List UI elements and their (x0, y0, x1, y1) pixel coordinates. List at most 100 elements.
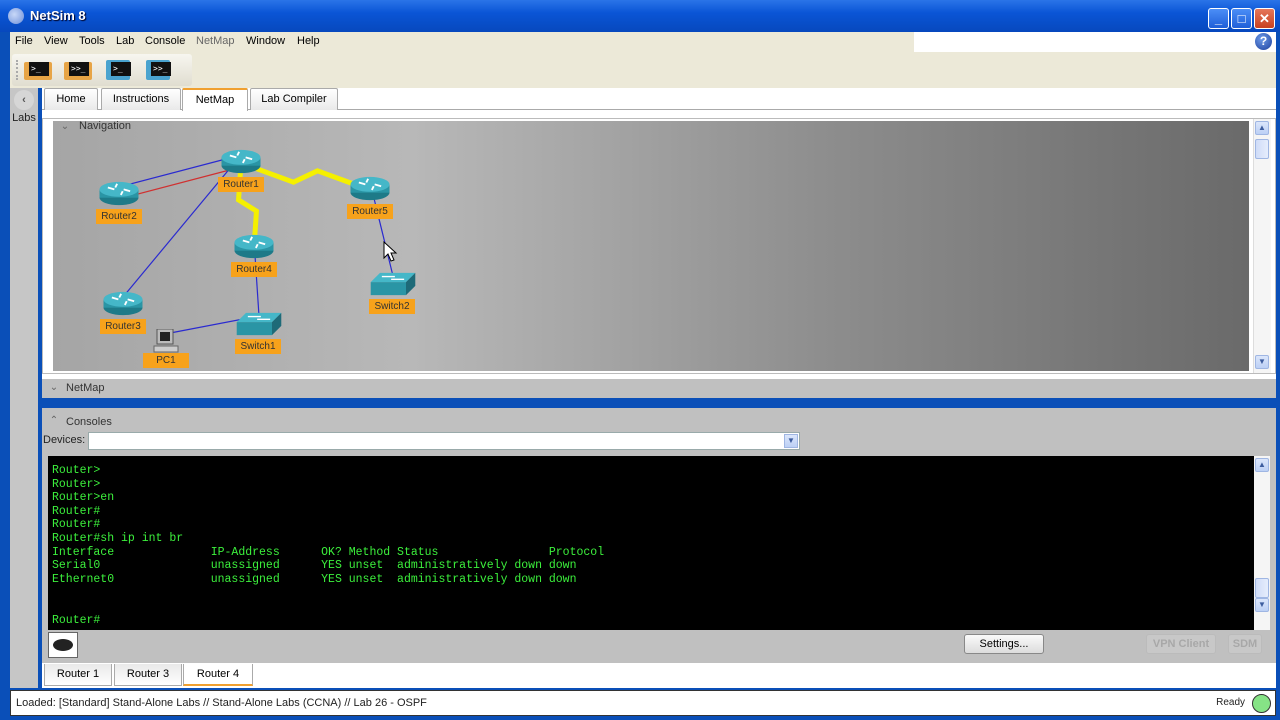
terminal-line: Router# (52, 518, 101, 532)
open-multiple-consoles-button[interactable]: >>_ (64, 60, 92, 80)
chevron-up-icon[interactable]: ⌃ (47, 414, 61, 428)
router-icon (234, 234, 274, 259)
maximize-button[interactable]: □ (1231, 8, 1252, 29)
main-tabs: Home Instructions NetMap Lab Compiler (42, 88, 1276, 111)
netmap-section-header[interactable]: ⌄ NetMap (42, 378, 1276, 398)
save-all-consoles-button[interactable]: >>_ (146, 60, 174, 80)
console-tab-router-1[interactable]: Router 1 (44, 664, 112, 686)
help-icon[interactable]: ? (1255, 33, 1272, 50)
devices-label: Devices: (43, 434, 86, 446)
terminal-line: Router#sh ip int br (52, 531, 184, 545)
open-multiple-consoles-icon: >>_ (69, 62, 89, 76)
terminal-line: Ethernet0 unassigned YES unset administr… (52, 572, 577, 586)
switch-icon (370, 272, 416, 296)
toolbar-area: >_ >>_ >_ >>_ (10, 52, 1276, 88)
menu-window[interactable]: Window (246, 35, 285, 47)
title-bar: NetSim 8 _ □ ✕ (0, 0, 1280, 32)
device-label: Router5 (347, 204, 393, 219)
router-icon (103, 291, 143, 316)
consoles-title: Consoles (66, 416, 112, 428)
collapse-labs-button[interactable]: ‹ (14, 90, 34, 110)
menu-view[interactable]: View (44, 35, 68, 47)
terminal-line: Router# (52, 504, 101, 518)
app-icon (8, 8, 24, 24)
scroll-up-icon[interactable]: ▲ (1255, 458, 1269, 472)
terminal-line: Router>en (52, 491, 115, 505)
terminal-scrollbar[interactable]: ▲ ▼ (1254, 456, 1270, 630)
menu-bar: File View Tools Lab Console NetMap Windo… (10, 32, 1276, 52)
close-button[interactable]: ✕ (1254, 8, 1275, 29)
terminal-line: Router# (52, 613, 101, 627)
scroll-down-icon[interactable]: ▼ (1255, 598, 1269, 612)
splitter[interactable] (42, 398, 1276, 408)
navigation-panel: Router1 Router2 Router3 Router4 Router5 (42, 118, 1276, 374)
switch-icon (236, 312, 282, 336)
chevron-down-icon[interactable]: ▼ (784, 434, 798, 448)
netmap-canvas[interactable]: Router1 Router2 Router3 Router4 Router5 (53, 121, 1249, 371)
consoles-panel: ⌃ Consoles Devices: ▼ Router> Router> Rout… (42, 408, 1276, 663)
terminal-line: Router> (52, 464, 101, 477)
menu-netmap[interactable]: NetMap (196, 35, 235, 47)
settings-button[interactable]: Settings... (964, 634, 1044, 654)
console-tab-router-4[interactable]: Router 4 (183, 664, 253, 686)
menu-lab[interactable]: Lab (116, 35, 134, 47)
console-tab-router-3[interactable]: Router 3 (114, 664, 182, 686)
sdm-button[interactable]: SDM (1228, 634, 1262, 654)
main-area: Home Instructions NetMap Lab Compiler Ro… (42, 88, 1276, 688)
device-type-icon (48, 632, 78, 658)
chevron-down-icon[interactable]: ⌄ (58, 120, 72, 134)
scroll-thumb[interactable] (1255, 139, 1269, 159)
labs-label[interactable]: Labs (10, 112, 38, 124)
open-console-icon: >_ (29, 62, 49, 76)
menu-help[interactable]: Help (297, 35, 320, 47)
scroll-down-icon[interactable]: ▼ (1255, 355, 1269, 369)
device-label: Switch1 (235, 339, 281, 354)
device-label: Switch2 (369, 299, 415, 314)
terminal-line: Interface IP-Address OK? Method Status P… (52, 545, 605, 559)
tab-instructions[interactable]: Instructions (101, 88, 181, 110)
vpn-client-button[interactable]: VPN Client (1146, 634, 1216, 654)
scroll-thumb[interactable] (1255, 578, 1269, 598)
window-title: NetSim 8 (30, 8, 86, 23)
save-console-icon: >_ (111, 62, 131, 76)
save-all-consoles-icon: >>_ (151, 62, 171, 76)
device-label: Router3 (100, 319, 146, 334)
terminal-line: Serial0 unassigned YES unset administrat… (52, 559, 577, 573)
menu-tools[interactable]: Tools (79, 35, 105, 47)
status-text: Loaded: [Standard] Stand-Alone Labs // S… (16, 697, 427, 709)
menu-console[interactable]: Console (145, 35, 185, 47)
labs-panel: ‹ Labs (10, 88, 38, 688)
ready-indicator-icon (1252, 694, 1271, 713)
device-label: Router2 (96, 209, 142, 224)
router-icon (53, 639, 73, 651)
ready-label: Ready (1216, 697, 1245, 708)
save-console-button[interactable]: >_ (106, 60, 134, 80)
devices-dropdown[interactable]: ▼ (88, 432, 800, 450)
chevron-down-icon[interactable]: ⌄ (47, 381, 61, 395)
router-icon (221, 149, 261, 174)
tab-home[interactable]: Home (44, 88, 98, 110)
device-label: Router1 (218, 177, 264, 192)
mouse-cursor-icon (383, 241, 398, 262)
tab-netmap[interactable]: NetMap (182, 88, 248, 111)
status-bar: Loaded: [Standard] Stand-Alone Labs // S… (10, 690, 1276, 716)
open-console-button[interactable]: >_ (24, 60, 52, 80)
console-terminal[interactable]: Router> Router> Router>en Router# Router# Rou… (48, 456, 1254, 630)
menu-file[interactable]: File (15, 35, 33, 47)
navigation-header[interactable]: ⌄ Navigation (53, 119, 253, 135)
toolbar: >_ >>_ >_ >>_ (12, 54, 192, 86)
navigation-scrollbar[interactable]: ▲ ▼ (1253, 119, 1271, 373)
toolbar-grip[interactable] (16, 60, 18, 80)
netmap-section-title: NetMap (66, 382, 105, 394)
tab-lab-compiler[interactable]: Lab Compiler (250, 88, 338, 110)
router-icon (99, 181, 139, 206)
router-icon (350, 176, 390, 201)
navigation-title: Navigation (79, 120, 131, 132)
minimize-button[interactable]: _ (1208, 8, 1229, 29)
console-footer: Settings... VPN Client SDM (42, 630, 1276, 660)
scroll-up-icon[interactable]: ▲ (1255, 121, 1269, 135)
terminal-line: Router> (52, 477, 101, 491)
consoles-header[interactable]: ⌃ Consoles (42, 412, 342, 430)
